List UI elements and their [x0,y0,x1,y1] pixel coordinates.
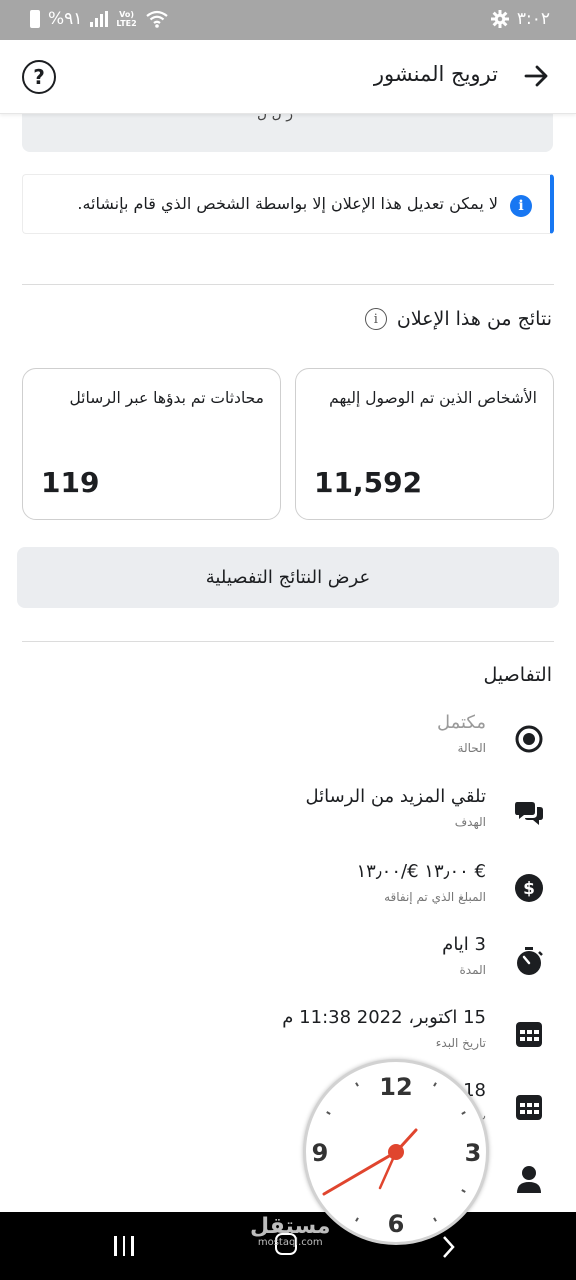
detail-row-person [0,1152,576,1212]
notice-text: لا يمكن تعديل هذا الإعلان إلا بواسطة الش… [77,194,498,213]
back-arrow-icon[interactable] [520,60,552,92]
results-title: نتائج من هذا الإعلان [396,308,552,330]
help-icon[interactable]: ? [22,60,56,94]
view-detailed-results-button[interactable]: عرض النتائج التفصيلية [17,547,559,608]
detail-label: المبلغ الذي تم إنفاقه [384,890,486,904]
clock-number-6: 6 [388,1210,405,1238]
network-type: Vo) LTE2 [116,10,137,28]
detail-row-end-date: 18 ... 11 م ت [0,1080,576,1150]
stopwatch-icon [517,947,543,975]
detail-row-amount-spent: $ € ١٣٫٠٠ €/١٣٫٠٠ المبلغ الذي تم إنفاقه [0,861,576,931]
details-title: التفاصيل [483,664,552,686]
status-left: %٩١ Vo) LTE2 [30,9,169,29]
divider [22,641,554,642]
clock-minute-hand [322,1150,398,1196]
partial-card-text: ر ل ل [256,114,293,122]
svg-text:$: $ [523,879,535,899]
results-heading: نتائج من هذا الإعلان i [364,308,552,330]
metric-value: 11,592 [314,466,423,499]
app-header: ترويج المنشور ? [0,40,576,114]
status-radio-icon [515,725,543,753]
detail-row-objective: تلقي المزيد من الرسائل الهدف [0,786,576,856]
detail-row-duration: 3 ايام المدة [0,934,576,1004]
clock-number-9: 9 [312,1139,329,1167]
detail-row-status: مكتمل الحالة [0,712,576,782]
status-right: ٣:٠٢ [490,9,550,29]
page-title: ترويج المنشور [373,62,498,86]
person-icon [517,1166,541,1193]
clock-time: ٣:٠٢ [516,9,550,29]
info-outline-icon[interactable]: i [364,308,387,330]
signal-icon [90,11,109,27]
metric-label: الأشخاص الذين تم الوصول إليهم [329,389,537,407]
calendar-icon [516,1022,542,1047]
metric-card-reach[interactable]: الأشخاص الذين تم الوصول إليهم 11,592 [295,368,554,520]
clock-overlay: 12 3 6 9 [303,1059,489,1245]
recent-apps-icon[interactable] [114,1236,134,1256]
detail-value: 15 اكتوبر، 2022 11:38 م [282,1007,486,1028]
detail-value: تلقي المزيد من الرسائل [305,786,487,807]
info-icon: i [510,195,532,217]
status-bar: %٩١ Vo) LTE2 ٣:٠٢ [0,0,576,40]
detail-value: مكتمل [436,712,486,733]
calendar-icon [516,1095,542,1120]
edit-notice-banner: i لا يمكن تعديل هذا الإعلان إلا بواسطة ا… [22,174,554,234]
detail-value: 3 ايام [442,934,486,955]
battery-icon [30,10,40,28]
detail-label: الحالة [457,741,486,755]
detail-label: المدة [459,963,486,977]
metric-card-conversations[interactable]: محادثات تم بدؤها عبر الرسائل 119 [22,368,281,520]
partial-card: ر ل ل [22,114,553,152]
detail-label: الهدف [454,815,486,829]
main-content: ر ل ل i لا يمكن تعديل هذا الإعلان إلا بو… [0,114,576,1212]
detail-row-start-date: 15 اكتوبر، 2022 11:38 م تاريخ البدء [0,1007,576,1077]
chat-bubbles-icon [515,802,543,825]
clock-number-12: 12 [379,1073,412,1101]
clock-face: 12 3 6 9 [312,1073,482,1238]
clock-number-3: 3 [465,1139,482,1167]
battery-percent: %٩١ [48,9,83,29]
divider [22,284,554,285]
metric-label: محادثات تم بدؤها عبر الرسائل [69,389,264,407]
metric-value: 119 [41,466,100,499]
wifi-icon [146,10,168,28]
detail-value: € ١٣٫٠٠ €/١٣٫٠٠ [356,861,487,882]
settings-gear-icon [490,10,509,28]
dollar-icon: $ [515,874,543,902]
clock-center [388,1144,404,1160]
detail-label: تاريخ البدء [435,1036,486,1050]
